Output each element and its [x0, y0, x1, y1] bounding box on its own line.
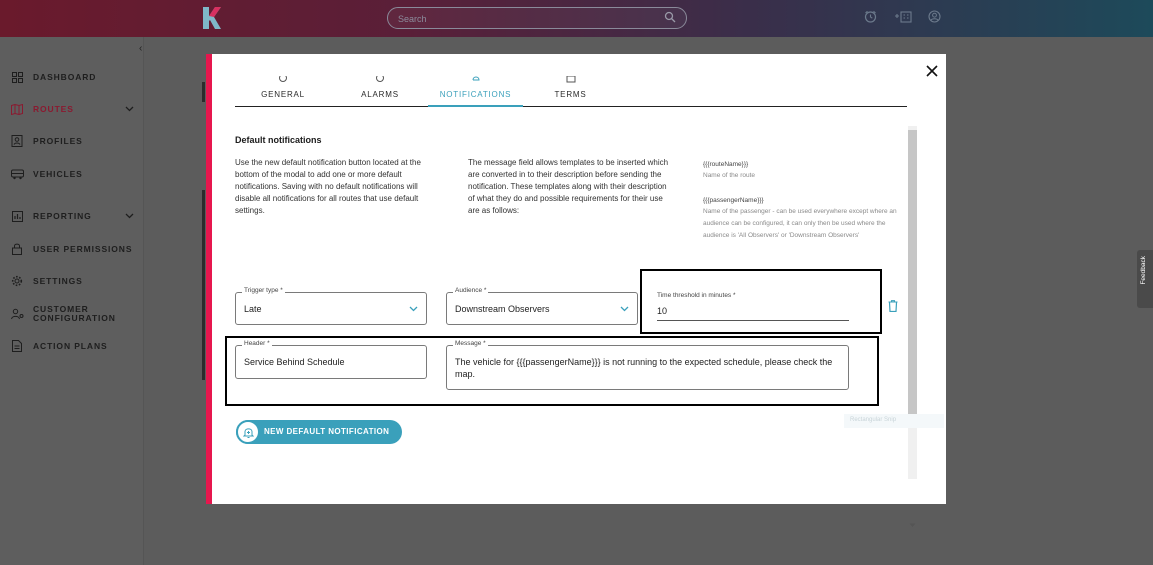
- bell-icon: [472, 76, 480, 81]
- collapse-sidebar-icon[interactable]: ‹: [139, 43, 142, 54]
- gear-icon: [11, 275, 23, 287]
- sidebar-item-label: PROFILES: [33, 135, 83, 146]
- field-label: Time threshold in minutes *: [657, 292, 736, 299]
- tab-terms[interactable]: TERMS: [533, 76, 608, 107]
- audience-select[interactable]: Audience * Downstream Observers: [446, 287, 638, 325]
- templates-intro-text: The message field allows templates to be…: [468, 158, 669, 215]
- app-logo-icon[interactable]: [200, 5, 222, 31]
- template-name: {{{routeName}}}: [703, 161, 749, 168]
- account-icon[interactable]: [928, 10, 941, 23]
- document-icon: [12, 340, 22, 352]
- field-label: Message *: [453, 340, 488, 347]
- template-passenger-name: {{{passengerName}}} Name of the passenge…: [703, 196, 913, 242]
- field-label: Trigger type *: [242, 287, 285, 294]
- new-default-notification-button[interactable]: NEW DEFAULT NOTIFICATION: [236, 420, 402, 444]
- bus-icon: [10, 169, 24, 179]
- scrollbar-thumb[interactable]: [908, 130, 917, 425]
- section-title: Default notifications: [235, 135, 322, 145]
- modal-tabs: GENERAL ALARMS NOTIFICATIONS TERMS: [235, 76, 907, 107]
- lock-icon: [12, 243, 22, 255]
- alarm-clock-icon[interactable]: [864, 10, 877, 23]
- sidebar-item-dashboard[interactable]: DASHBOARD: [10, 67, 140, 87]
- modal-accent-bar: [206, 54, 212, 504]
- sidebar-item-label: REPORTING: [33, 210, 92, 221]
- sidebar-item-user-permissions[interactable]: USER PERMISSIONS: [10, 239, 140, 259]
- field-value: Service Behind Schedule: [244, 357, 345, 367]
- sidebar-item-profiles[interactable]: PROFILES: [10, 131, 140, 151]
- sidebar-item-label: CUSTOMER CONFIGURATION: [33, 304, 116, 323]
- add-alert-icon-wrap: [236, 420, 260, 444]
- button-label: NEW DEFAULT NOTIFICATION: [264, 427, 390, 436]
- tab-notifications[interactable]: NOTIFICATIONS: [428, 76, 523, 107]
- chevron-down-icon[interactable]: [409, 304, 418, 313]
- sidebar-item-reporting[interactable]: REPORTING: [10, 206, 140, 226]
- input-underline: [657, 320, 849, 321]
- message-textarea[interactable]: Message * The vehicle for {{{passengerNa…: [446, 340, 849, 390]
- sidebar-item-customer-configuration[interactable]: CUSTOMER CONFIGURATION: [10, 304, 140, 324]
- add-alert-icon: [243, 428, 254, 438]
- sidebar-item-routes[interactable]: ROUTES: [10, 99, 140, 119]
- sidebar-item-settings[interactable]: SETTINGS: [10, 271, 140, 291]
- sidebar-item-label: SETTINGS: [33, 275, 83, 286]
- trigger-type-select[interactable]: Trigger type * Late: [235, 287, 427, 325]
- close-icon[interactable]: [925, 64, 939, 78]
- field-value: Downstream Observers: [455, 304, 550, 314]
- sidebar-item-action-plans[interactable]: ACTION PLANS: [10, 336, 140, 356]
- people-config-icon: [10, 308, 23, 320]
- highlight-box-threshold: [640, 269, 882, 334]
- chart-icon: [11, 210, 23, 222]
- gear-icon: [279, 76, 287, 82]
- template-description: Name of the route: [703, 172, 756, 179]
- dashboard-icon: [11, 71, 23, 83]
- feedback-label: Feedback: [1140, 256, 1147, 285]
- sidebar-item-label: ACTION PLANS: [33, 340, 108, 351]
- chevron-down-icon[interactable]: [620, 304, 629, 313]
- sidebar-item-label: ROUTES: [33, 103, 74, 114]
- scroll-down-icon[interactable]: [909, 523, 916, 528]
- map-icon: [11, 103, 23, 115]
- feedback-tab[interactable]: Feedback: [1137, 250, 1153, 308]
- template-description: Name of the passenger - can be used ever…: [703, 208, 897, 239]
- template-route-name: {{{routeName}}} Name of the route: [703, 160, 913, 182]
- sidebar-item-label: VEHICLES: [33, 168, 83, 179]
- sidebar-item-vehicles[interactable]: VEHICLES: [10, 164, 140, 184]
- field-label: Header *: [242, 340, 272, 347]
- template-name: {{{passengerName}}}: [703, 197, 764, 204]
- sidebar-item-label: DASHBOARD: [33, 71, 97, 82]
- top-bar: [0, 0, 1153, 37]
- backdrop-edge: [202, 82, 205, 102]
- sidebar-item-label: USER PERMISSIONS: [33, 243, 133, 254]
- profile-card-icon: [11, 135, 23, 147]
- header-input[interactable]: Header * Service Behind Schedule: [235, 340, 427, 379]
- field-value: The vehicle for {{{passengerName}}} is n…: [455, 357, 833, 379]
- chevron-down-icon[interactable]: [125, 211, 134, 220]
- field-label: Audience *: [453, 287, 489, 294]
- tab-alarms[interactable]: ALARMS: [340, 76, 420, 107]
- add-building-icon[interactable]: [893, 10, 913, 23]
- terms-document-icon: [566, 76, 575, 83]
- tab-general[interactable]: GENERAL: [243, 76, 323, 107]
- search-bar[interactable]: [387, 7, 687, 29]
- search-input[interactable]: [398, 11, 648, 26]
- snip-tooltip: Rectangular Snip: [844, 414, 944, 428]
- field-value: Late: [244, 304, 262, 314]
- threshold-input[interactable]: 10: [657, 306, 667, 316]
- chevron-down-icon[interactable]: [125, 104, 134, 113]
- backdrop-edge: [202, 190, 205, 380]
- trash-icon[interactable]: [888, 300, 898, 312]
- search-icon[interactable]: [664, 11, 676, 23]
- alarm-icon: [376, 76, 384, 82]
- instructions-text: Use the new default notification button …: [235, 158, 421, 215]
- notifications-modal: GENERAL ALARMS NOTIFICATIONS TERMS Defau…: [206, 54, 946, 527]
